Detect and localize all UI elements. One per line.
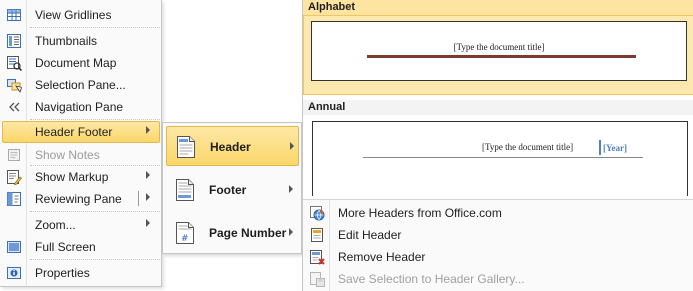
command-label: Save Selection to Header Gallery... xyxy=(338,272,525,286)
menu-item-label: Thumbnails xyxy=(35,34,98,48)
menu-item-document-map[interactable]: Document Map xyxy=(0,52,161,74)
page-number-icon: # xyxy=(175,221,195,245)
submenu-item-label: Page Number xyxy=(209,226,287,240)
menu-item-show-markup[interactable]: Show Markup xyxy=(0,166,161,188)
gallery-category-heading: Annual xyxy=(303,100,693,115)
submenu-item-header[interactable]: Header xyxy=(166,126,299,166)
document-map-icon xyxy=(6,55,23,72)
command-label: Remove Header xyxy=(338,250,426,264)
remove-header-button[interactable]: Remove Header xyxy=(303,246,693,268)
submenu-arrow-icon[interactable] xyxy=(146,193,150,201)
save-selection-icon xyxy=(309,271,325,287)
header-gallery: Alphabet [Type the document title] Annua… xyxy=(302,0,693,291)
menu-item-label: Properties xyxy=(35,266,90,280)
preview-title-placeholder: [Type the document title] xyxy=(453,42,545,52)
submenu-arrow-icon xyxy=(146,219,150,227)
command-label: More Headers from Office.com xyxy=(338,206,502,220)
submenu-item-label: Footer xyxy=(209,183,247,197)
menu-item-label: Reviewing Pane xyxy=(35,192,122,206)
save-selection-to-header-gallery-button[interactable]: Save Selection to Header Gallery... xyxy=(303,268,693,290)
menu-item-label: View Gridlines xyxy=(35,8,112,22)
preview-title-placeholder: [Type the document title] xyxy=(482,142,574,152)
edit-header-icon xyxy=(309,227,325,243)
footer-page-icon xyxy=(175,178,195,202)
preview-rule xyxy=(363,157,643,158)
thumbnails-icon xyxy=(6,33,22,49)
properties-icon xyxy=(6,265,22,281)
submenu-arrow-icon xyxy=(290,142,294,150)
gallery-commands: More Headers from Office.com Edit Header… xyxy=(303,199,693,291)
menu-separator xyxy=(30,119,160,120)
navigation-pane-icon xyxy=(6,99,22,115)
menu-item-thumbnails[interactable]: Thumbnails xyxy=(0,30,161,52)
menu-item-reviewing-pane[interactable]: Reviewing Pane xyxy=(0,188,161,210)
office-globe-icon xyxy=(309,205,325,221)
command-label: Edit Header xyxy=(338,228,402,242)
submenu-item-label: Header xyxy=(210,140,251,154)
submenu-arrow-icon xyxy=(146,126,150,134)
view-menu: View Gridlines Thumbnails Document Map S… xyxy=(0,0,162,287)
menu-item-header-footer[interactable]: Header Footer xyxy=(2,121,160,143)
gridlines-icon xyxy=(6,7,22,23)
menu-item-label: Show Notes xyxy=(35,148,100,162)
more-headers-from-office-button[interactable]: More Headers from Office.com xyxy=(303,202,693,224)
menu-item-label: Header Footer xyxy=(35,125,113,139)
header-preview-thumbnail: [Type the document title] xyxy=(311,21,687,81)
full-screen-icon xyxy=(6,239,22,255)
menu-item-show-notes[interactable]: Show Notes xyxy=(0,144,161,166)
show-markup-icon xyxy=(6,169,22,186)
gallery-item-alphabet[interactable]: [Type the document title] xyxy=(303,15,693,95)
submenu-arrow-icon xyxy=(146,171,150,179)
menu-item-label: Zoom... xyxy=(35,218,76,232)
edit-header-button[interactable]: Edit Header xyxy=(303,224,693,246)
submenu-item-page-number[interactable]: # Page Number xyxy=(166,213,299,253)
selection-pane-icon xyxy=(6,77,26,93)
preview-rule xyxy=(367,55,636,58)
menu-item-full-screen[interactable]: Full Screen xyxy=(0,236,161,258)
remove-header-icon xyxy=(309,249,325,265)
submenu-arrow-icon xyxy=(289,228,293,236)
menu-separator xyxy=(30,27,160,28)
preview-divider xyxy=(599,140,601,155)
reviewing-pane-icon xyxy=(6,191,22,207)
header-page-icon xyxy=(176,135,196,159)
menu-item-selection-pane[interactable]: Selection Pane... xyxy=(0,74,161,96)
menu-item-label: Selection Pane... xyxy=(35,78,126,92)
show-notes-icon xyxy=(6,147,22,163)
menu-separator xyxy=(30,211,160,212)
header-footer-submenu: Header Footer # Page Number xyxy=(162,122,302,254)
split-button-divider xyxy=(138,191,139,206)
gallery-item-annual[interactable]: [Type the document title] [Year] xyxy=(312,121,688,196)
menu-item-label: Navigation Pane xyxy=(35,100,124,114)
menu-item-properties[interactable]: Properties xyxy=(0,262,161,284)
menu-item-view-gridlines[interactable]: View Gridlines xyxy=(0,4,161,26)
menu-item-navigation-pane[interactable]: Navigation Pane xyxy=(0,96,161,118)
svg-text:#: # xyxy=(181,234,189,244)
menu-item-zoom[interactable]: Zoom... xyxy=(0,214,161,236)
submenu-item-footer[interactable]: Footer xyxy=(166,170,299,210)
submenu-arrow-icon xyxy=(289,185,293,193)
preview-year-placeholder: [Year] xyxy=(603,143,627,153)
menu-item-label: Show Markup xyxy=(35,170,109,184)
menu-item-label: Full Screen xyxy=(35,240,96,254)
menu-separator xyxy=(30,259,160,260)
menu-item-label: Document Map xyxy=(35,56,117,70)
gallery-category-heading: Alphabet xyxy=(303,0,693,15)
